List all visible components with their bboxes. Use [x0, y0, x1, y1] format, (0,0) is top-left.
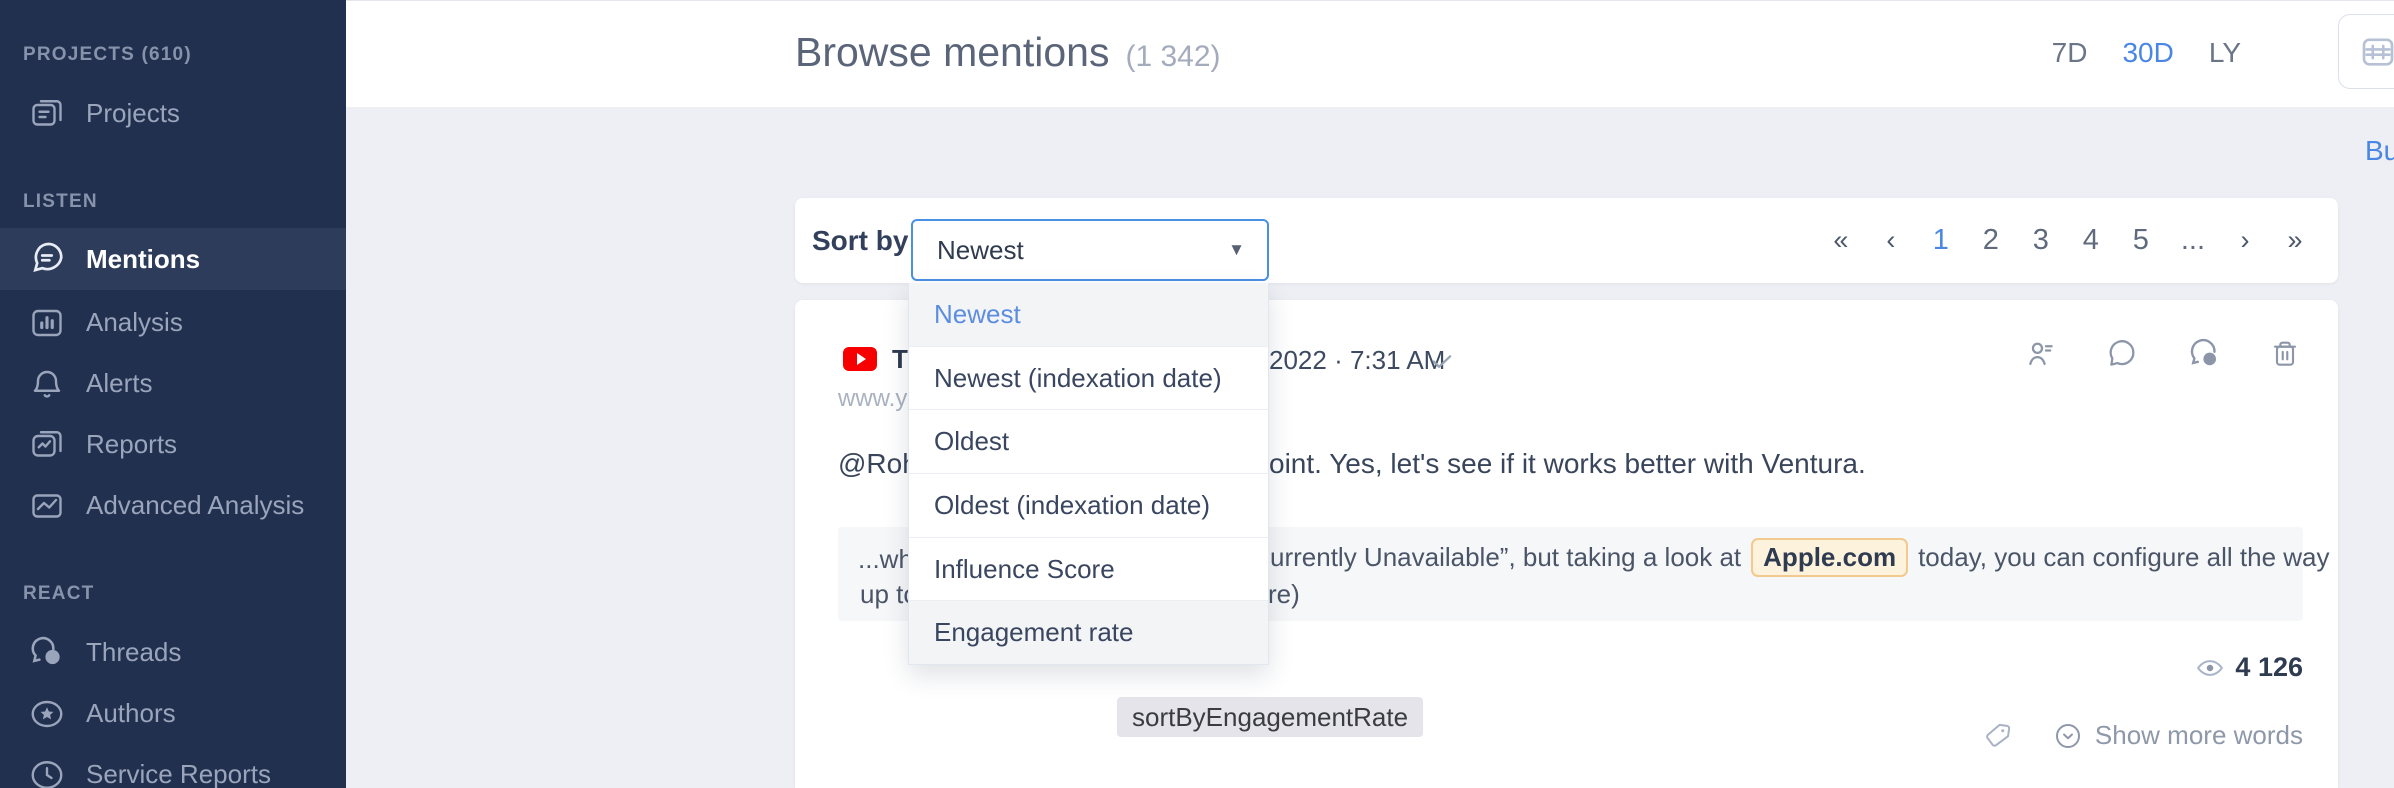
sidebar-item-label: Analysis: [86, 307, 183, 338]
author-details-icon[interactable]: [2024, 337, 2058, 371]
sidebar-section-projects: PROJECTS (610): [23, 44, 192, 66]
quote-text-post: today, you can configure all the way: [1918, 542, 2329, 573]
sidebar-item-label: Reports: [86, 429, 177, 460]
projects-icon: [27, 94, 67, 134]
sidebar-item-label: Advanced Analysis: [86, 490, 304, 521]
sidebar-item-threads[interactable]: Threads: [0, 622, 346, 683]
quote-line2-fragment-right: re): [1268, 579, 1300, 610]
pagination-page-4[interactable]: 4: [2081, 224, 2101, 257]
mention-footer-actions: Show more words: [1983, 720, 2303, 751]
delete-icon[interactable]: [2269, 338, 2301, 370]
mention-body-fragment-left: @Roh: [838, 448, 918, 480]
pagination-prev[interactable]: ‹: [1881, 225, 1901, 256]
date-range-group: 7D 30D LY: [2052, 37, 2241, 69]
app-window: PROJECTS (610) Projects LISTEN Mentions …: [0, 0, 2394, 788]
check-icon: [1428, 347, 1456, 380]
mention-views: 4 126: [2195, 652, 2303, 683]
sidebar-section-react: REACT: [23, 583, 94, 605]
threads-icon: [27, 633, 67, 673]
mention-tag-chip[interactable]: sortByEngagementRate: [1117, 697, 1423, 737]
sidebar-item-mentions[interactable]: Mentions: [0, 228, 346, 290]
sort-by-label: Sort by: [812, 225, 908, 257]
pagination-first[interactable]: «: [1831, 225, 1851, 256]
quote-text-pre: urrently Unavailable”, but taking a look…: [1270, 542, 1741, 573]
sort-option-engagement-rate[interactable]: Engagement rate: [909, 600, 1268, 664]
sidebar-item-label: Threads: [86, 637, 181, 668]
sidebar-item-authors[interactable]: Authors: [0, 683, 346, 744]
sidebar-item-projects[interactable]: Projects: [0, 83, 346, 144]
tag-icon[interactable]: [1983, 721, 2013, 751]
sort-option-newest[interactable]: Newest: [909, 283, 1268, 346]
pagination-page-3[interactable]: 3: [2031, 224, 2051, 257]
pagination-last[interactable]: »: [2285, 225, 2305, 256]
analysis-icon: [27, 303, 67, 343]
page-header: Browse mentions (1 342) 7D 30D LY: [346, 0, 2394, 107]
sidebar: PROJECTS (610) Projects LISTEN Mentions …: [0, 0, 346, 788]
range-30d-button[interactable]: 30D: [2122, 37, 2173, 69]
reports-icon: [27, 425, 67, 465]
calendar-icon: [2357, 31, 2394, 73]
views-count: 4 126: [2235, 652, 2303, 683]
pagination-page-2[interactable]: 2: [1981, 224, 2001, 257]
sidebar-item-service-reports[interactable]: Service Reports: [0, 744, 346, 788]
sort-toolbar: Sort by Newest ▼ « ‹ 1 2 3 4 5 ... › »: [795, 198, 2338, 283]
range-ly-button[interactable]: LY: [2209, 37, 2241, 69]
show-more-words-label: Show more words: [2095, 720, 2303, 751]
youtube-icon: [843, 347, 877, 371]
eye-icon: [2195, 653, 2225, 683]
range-7d-button[interactable]: 7D: [2052, 37, 2088, 69]
sidebar-item-label: Mentions: [86, 244, 200, 275]
alerts-icon: [27, 364, 67, 404]
sidebar-item-label: Authors: [86, 698, 176, 729]
pagination-page-1[interactable]: 1: [1931, 224, 1951, 257]
chevron-circle-icon: [2053, 721, 2083, 751]
sort-select[interactable]: Newest ▼: [911, 219, 1269, 281]
chevron-down-icon: ▼: [1228, 240, 1245, 260]
pagination-page-5[interactable]: 5: [2131, 224, 2151, 257]
highlighted-keyword: Apple.com: [1751, 538, 1908, 577]
sidebar-item-analysis[interactable]: Analysis: [0, 292, 346, 353]
sort-dropdown-menu: Newest Newest (indexation date) Oldest O…: [908, 283, 1269, 665]
service-reports-icon: [27, 755, 67, 788]
sort-option-influence-score[interactable]: Influence Score: [909, 537, 1268, 601]
sort-option-oldest[interactable]: Oldest: [909, 409, 1268, 473]
mentions-icon: [27, 239, 67, 279]
sidebar-item-label: Alerts: [86, 368, 152, 399]
sidebar-item-label: Projects: [86, 98, 180, 129]
custom-date-range-button[interactable]: [2338, 14, 2394, 89]
pagination: « ‹ 1 2 3 4 5 ... › »: [1831, 198, 2305, 283]
sort-option-oldest-indexation[interactable]: Oldest (indexation date): [909, 473, 1268, 537]
quote-line1-fragment-left: ...wh: [858, 544, 913, 575]
authors-icon: [27, 694, 67, 734]
sort-option-newest-indexation[interactable]: Newest (indexation date): [909, 346, 1268, 410]
show-more-words[interactable]: Show more words: [2053, 720, 2303, 751]
mention-date: 2022 · 7:31 AM: [1269, 345, 1445, 376]
advanced-analysis-icon: [27, 486, 67, 526]
sidebar-item-reports[interactable]: Reports: [0, 414, 346, 475]
pagination-ellipsis: ...: [2181, 224, 2205, 257]
sort-select-value: Newest: [937, 235, 1024, 266]
truncated-top-right-link[interactable]: Bu: [2365, 135, 2394, 167]
engage-bubble-icon[interactable]: [2105, 337, 2139, 371]
thread-bubble-icon[interactable]: [2186, 336, 2222, 372]
page-title-wrap: Browse mentions (1 342): [795, 29, 1221, 76]
sidebar-item-advanced-analysis[interactable]: Advanced Analysis: [0, 475, 346, 536]
mention-actions: [2024, 336, 2301, 372]
sidebar-item-alerts[interactable]: Alerts: [0, 353, 346, 414]
mention-body-fragment-right: oint. Yes, let's see if it works better …: [1269, 448, 1866, 480]
sidebar-section-listen: LISTEN: [23, 191, 98, 213]
sidebar-item-label: Service Reports: [86, 759, 271, 788]
mentions-count: (1 342): [1125, 40, 1220, 74]
pagination-next[interactable]: ›: [2235, 225, 2255, 256]
quote-line1-fragment-right: urrently Unavailable”, but taking a look…: [1270, 538, 2330, 577]
page-title: Browse mentions: [795, 29, 1109, 76]
